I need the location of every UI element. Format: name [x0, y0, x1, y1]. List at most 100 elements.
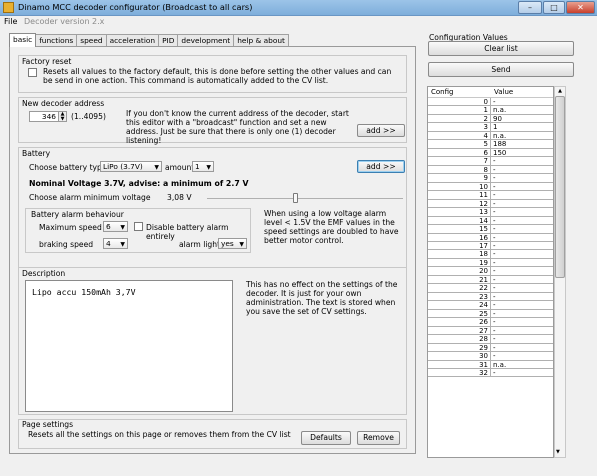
table-row[interactable]: 8- — [428, 165, 553, 175]
clear-list-button[interactable]: Clear list — [428, 41, 574, 56]
factory-reset-checkbox[interactable] — [28, 68, 37, 77]
cv-value[interactable]: - — [491, 344, 553, 353]
table-row[interactable]: 23- — [428, 292, 553, 302]
cv-value[interactable]: 1 — [491, 123, 553, 132]
cv-table-header: Config Value — [428, 87, 553, 98]
battery-amount-select[interactable]: 1 ▼ — [192, 161, 214, 172]
table-row[interactable]: 30- — [428, 352, 553, 361]
battery-type-select[interactable]: LiPo (3.7V) ▼ — [100, 161, 162, 172]
cv-value[interactable]: - — [491, 174, 553, 183]
table-row[interactable]: 15- — [428, 225, 553, 234]
table-row[interactable]: 29- — [428, 343, 553, 353]
table-row[interactable]: 32- — [428, 369, 553, 378]
cv-value[interactable]: - — [491, 284, 553, 293]
table-row[interactable]: 10- — [428, 182, 553, 192]
cv-value[interactable]: - — [491, 200, 553, 209]
table-row[interactable]: 16- — [428, 233, 553, 242]
table-row[interactable]: 27- — [428, 326, 553, 336]
cv-value[interactable]: - — [491, 327, 553, 336]
table-row[interactable]: 31 n.a. — [428, 360, 553, 369]
scroll-up-icon[interactable]: ▲ — [555, 87, 565, 95]
cv-value[interactable]: - — [491, 217, 553, 226]
alarm-lights-select[interactable]: yes ▼ — [218, 238, 247, 249]
cv-value[interactable]: - — [491, 234, 553, 242]
cv-value[interactable]: 188 — [491, 140, 553, 149]
cv-value[interactable]: - — [491, 183, 553, 192]
minimize-button[interactable]: – — [518, 1, 542, 14]
cv-index: 1 — [428, 106, 491, 115]
scroll-down-icon[interactable]: ▼ — [556, 449, 560, 455]
cv-value[interactable]: 150 — [491, 149, 553, 158]
max-speed-select[interactable]: 6 ▼ — [103, 221, 128, 232]
cv-value[interactable]: - — [491, 318, 553, 327]
table-row[interactable]: 13- — [428, 208, 553, 217]
menu-file[interactable]: File — [4, 17, 17, 26]
table-row[interactable]: 21- — [428, 275, 553, 285]
cv-value[interactable]: - — [491, 276, 553, 285]
table-row[interactable]: 11- — [428, 191, 553, 200]
cv-value[interactable]: n.a. — [491, 361, 553, 369]
cv-value[interactable]: n.a. — [491, 132, 553, 141]
cv-value[interactable]: - — [491, 157, 553, 166]
close-button[interactable]: ✕ — [566, 1, 595, 14]
tab-acceleration[interactable]: acceleration — [105, 34, 160, 46]
cv-scrollbar-thumb[interactable] — [555, 96, 565, 278]
cv-value[interactable]: - — [491, 369, 553, 378]
battery-add-button[interactable]: add >> — [357, 160, 405, 173]
cv-value[interactable]: - — [491, 310, 553, 319]
table-row[interactable]: 7- — [428, 157, 553, 166]
min-voltage-slider-thumb[interactable] — [293, 193, 299, 203]
cv-value[interactable]: - — [491, 335, 553, 344]
braking-speed-select[interactable]: 4 ▼ — [103, 238, 128, 249]
tab-functions[interactable]: functions — [35, 34, 78, 46]
cv-value[interactable]: 90 — [491, 115, 553, 124]
table-row[interactable]: 26- — [428, 318, 553, 327]
cv-index: 4 — [428, 131, 491, 141]
address-spinner[interactable]: 346 ▲ ▼ — [29, 111, 67, 122]
cv-value[interactable]: - — [491, 301, 553, 310]
cv-value[interactable]: - — [491, 225, 553, 234]
tab-speed[interactable]: speed — [76, 34, 107, 46]
table-row[interactable]: 1 n.a. — [428, 106, 553, 115]
table-row[interactable]: 9- — [428, 174, 553, 183]
table-row[interactable]: 25- — [428, 309, 553, 319]
table-row[interactable]: 24- — [428, 301, 553, 310]
address-spin-buttons[interactable]: ▲ ▼ — [58, 112, 66, 121]
cv-value[interactable]: - — [491, 267, 553, 276]
defaults-button[interactable]: Defaults — [301, 431, 351, 445]
tab-pid[interactable]: PID — [158, 34, 179, 46]
description-textarea[interactable]: Lipo accu 150mAh 3,7V — [25, 280, 233, 412]
address-add-button[interactable]: add >> — [357, 124, 405, 137]
tab-help-about[interactable]: help & about — [233, 34, 289, 46]
tab-development[interactable]: development — [177, 34, 235, 46]
send-button[interactable]: Send — [428, 62, 574, 77]
table-row[interactable]: 12- — [428, 199, 553, 209]
table-row[interactable]: 17- — [428, 241, 553, 251]
disable-alarm-checkbox[interactable] — [134, 222, 143, 231]
table-row[interactable]: 5 188 — [428, 140, 553, 149]
table-row[interactable]: 6 150 — [428, 148, 553, 158]
remove-button[interactable]: Remove — [357, 431, 400, 445]
tab-basic[interactable]: basic — [9, 33, 37, 47]
cv-value[interactable]: - — [491, 242, 553, 251]
maximize-button[interactable]: □ — [543, 1, 565, 14]
cv-value[interactable]: - — [491, 191, 553, 200]
table-row[interactable]: 4 n.a. — [428, 131, 553, 141]
table-row[interactable]: 20- — [428, 267, 553, 276]
table-row[interactable]: 31 — [428, 123, 553, 132]
table-row[interactable]: 0- — [428, 98, 553, 107]
cv-value[interactable]: - — [491, 259, 553, 268]
cv-value[interactable]: - — [491, 98, 553, 107]
table-row[interactable]: 28- — [428, 335, 553, 344]
cv-value[interactable]: n.a. — [491, 106, 553, 115]
table-row[interactable]: 18- — [428, 250, 553, 259]
cv-value[interactable]: - — [491, 293, 553, 302]
table-row[interactable]: 19- — [428, 258, 553, 268]
cv-value[interactable]: - — [491, 166, 553, 175]
table-row[interactable]: 14- — [428, 216, 553, 226]
cv-value[interactable]: - — [491, 250, 553, 259]
cv-value[interactable]: - — [491, 352, 553, 361]
table-row[interactable]: 22- — [428, 284, 553, 293]
cv-value[interactable]: - — [491, 208, 553, 217]
table-row[interactable]: 2 90 — [428, 114, 553, 124]
